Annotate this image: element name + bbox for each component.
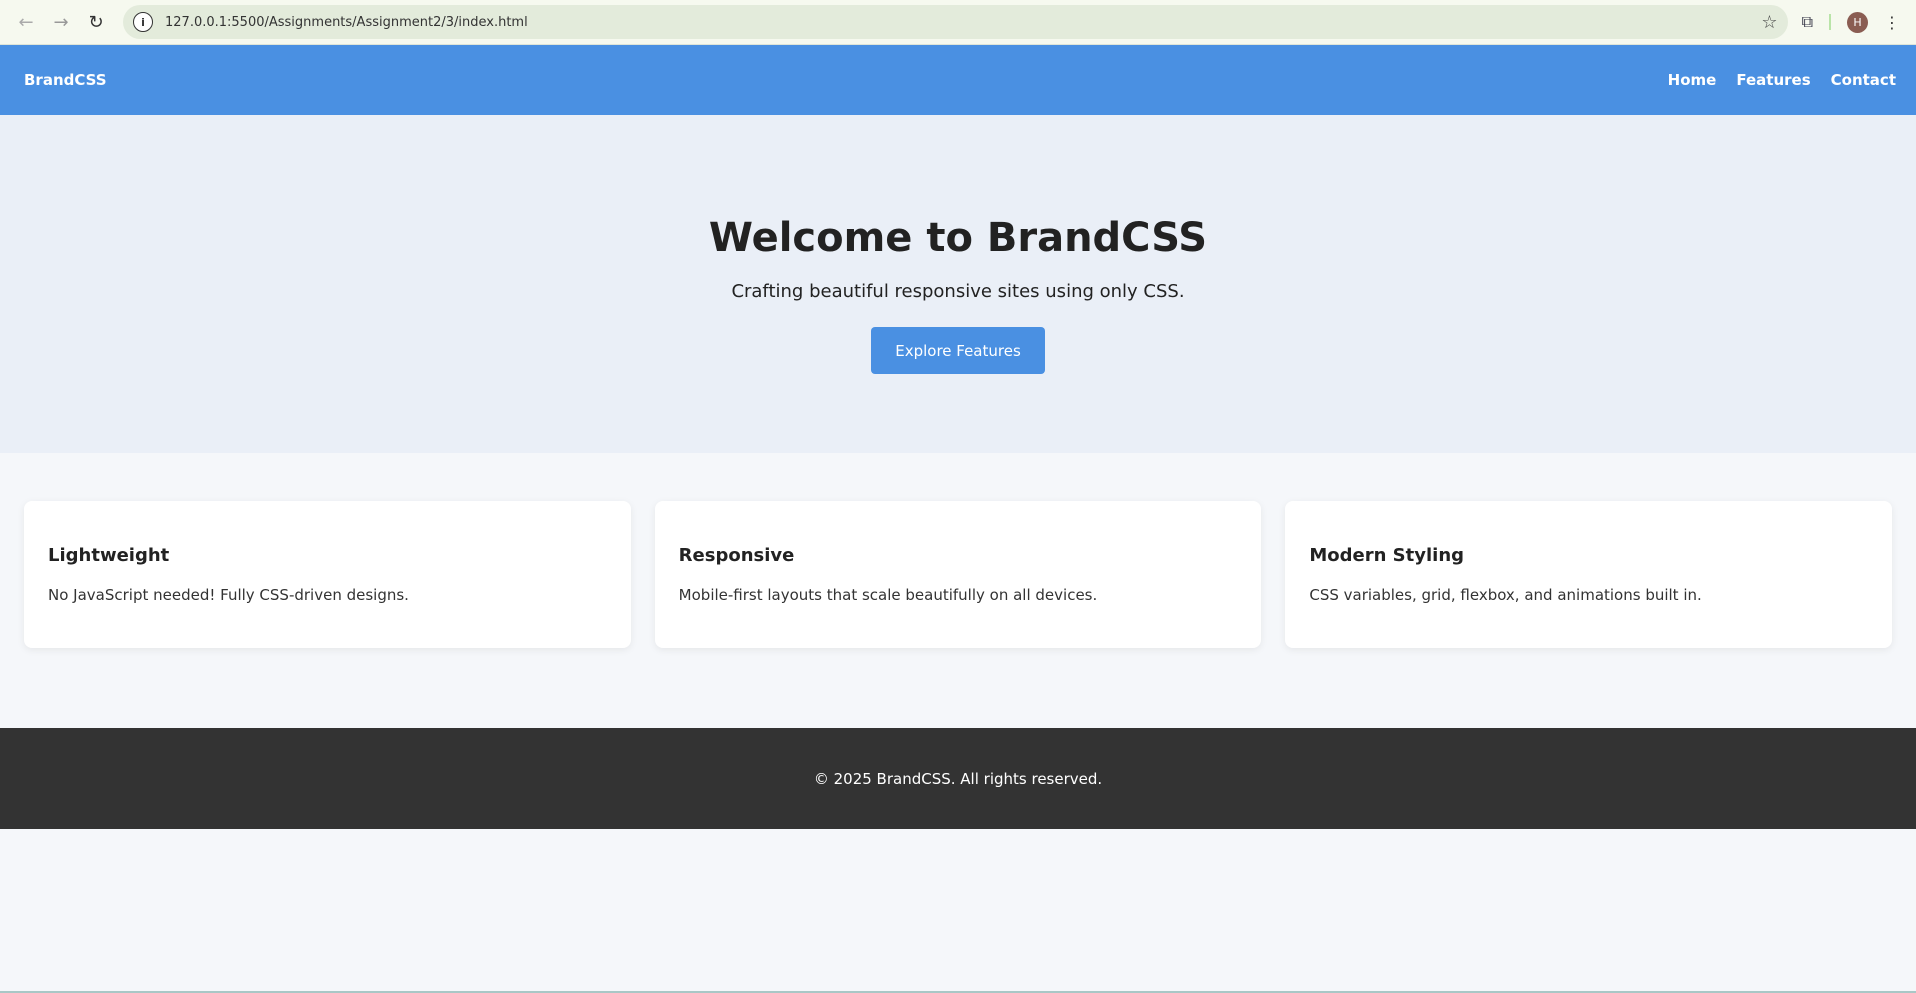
footer-copyright: © 2025 BrandCSS. All rights reserved. xyxy=(813,769,1103,788)
nav-contact[interactable]: Contact xyxy=(1831,71,1896,89)
bookmark-star-icon[interactable]: ☆ xyxy=(1761,12,1777,33)
site-info-icon[interactable]: i xyxy=(133,12,153,32)
feature-card: Responsive Mobile-first layouts that sca… xyxy=(654,501,1262,648)
menu-kebab-icon[interactable]: ⋮ xyxy=(1884,13,1900,32)
explore-features-button[interactable]: Explore Features xyxy=(871,327,1045,374)
feature-card: Modern Styling CSS variables, grid, flex… xyxy=(1285,501,1893,648)
brand-logo[interactable]: BrandCSS xyxy=(24,71,107,89)
browser-toolbar: ← → ↻ i 127.0.0.1:5500/Assignments/Assig… xyxy=(0,0,1916,45)
profile-avatar[interactable]: H xyxy=(1847,11,1868,33)
nav-features[interactable]: Features xyxy=(1736,71,1810,89)
extensions-icon[interactable]: ⧉ xyxy=(1802,12,1813,32)
site-navbar: BrandCSS Home Features Contact xyxy=(0,45,1916,115)
hero-subtitle: Crafting beautiful responsive sites usin… xyxy=(731,281,1185,302)
nav-links: Home Features Contact xyxy=(1668,71,1896,89)
reload-icon[interactable]: ↻ xyxy=(80,6,112,38)
feature-title: Responsive xyxy=(678,545,795,566)
address-bar[interactable]: i 127.0.0.1:5500/Assignments/Assignment2… xyxy=(123,5,1788,39)
hero-title: Welcome to BrandCSS xyxy=(708,215,1208,261)
site-footer: © 2025 BrandCSS. All rights reserved. xyxy=(0,728,1916,829)
forward-arrow-icon[interactable]: → xyxy=(45,6,77,38)
url-text[interactable]: 127.0.0.1:5500/Assignments/Assignment2/3… xyxy=(165,15,1761,30)
hero-section: Welcome to BrandCSS Crafting beautiful r… xyxy=(0,115,1916,453)
feature-title: Lightweight xyxy=(48,545,170,566)
feature-card: Lightweight No JavaScript needed! Fully … xyxy=(24,501,631,648)
features-section: Lightweight No JavaScript needed! Fully … xyxy=(0,453,1916,728)
nav-home[interactable]: Home xyxy=(1668,71,1717,89)
feature-title: Modern Styling xyxy=(1309,545,1465,566)
feature-text: No JavaScript needed! Fully CSS-driven d… xyxy=(48,586,409,604)
back-arrow-icon[interactable]: ← xyxy=(10,6,42,38)
feature-text: CSS variables, grid, flexbox, and animat… xyxy=(1309,586,1702,604)
divider xyxy=(1829,14,1831,30)
feature-text: Mobile-first layouts that scale beautifu… xyxy=(678,586,1098,604)
